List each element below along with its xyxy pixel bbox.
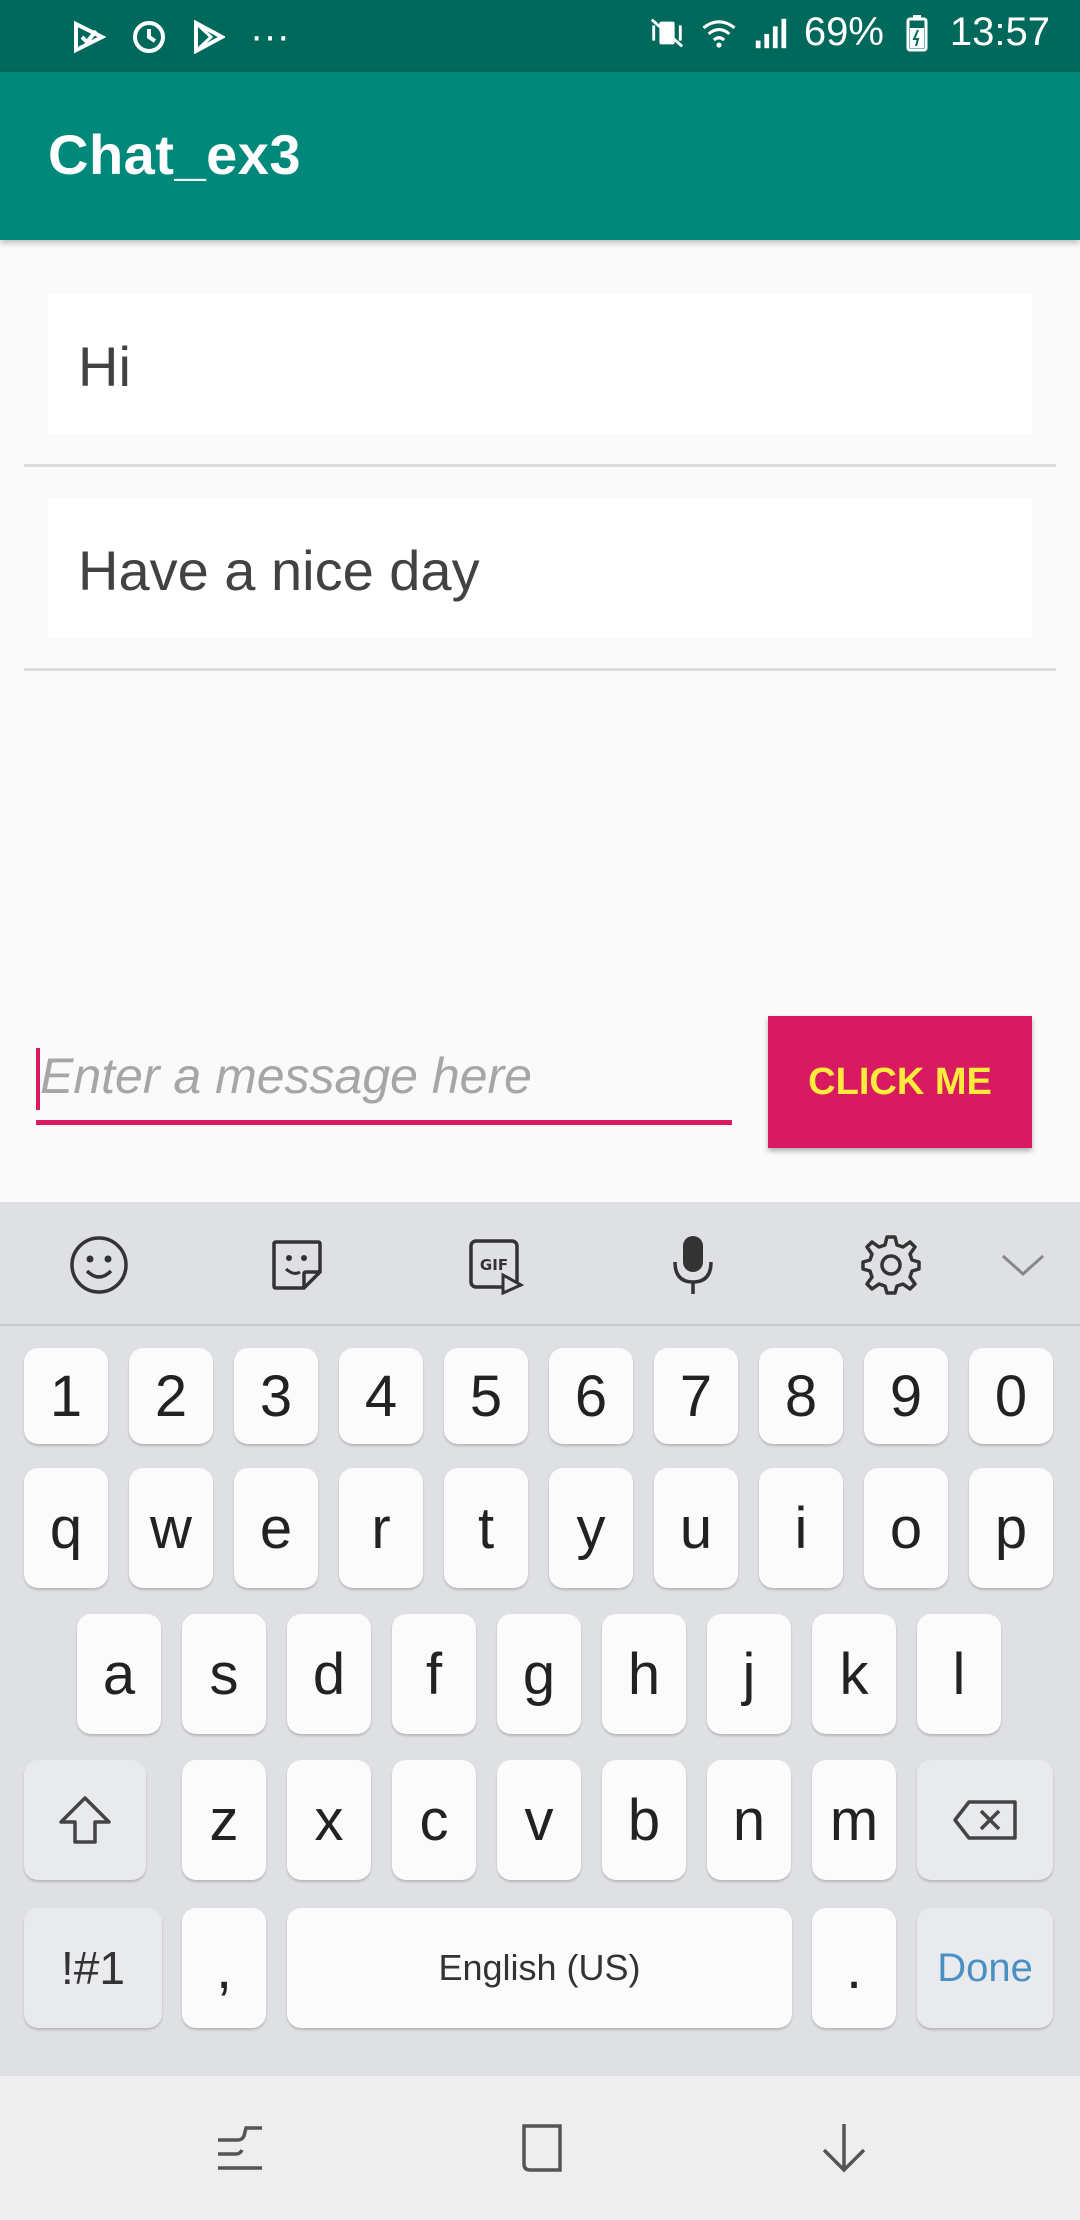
- svg-text:GIF: GIF: [480, 1256, 508, 1274]
- keyboard-toolbar: GIF: [0, 1202, 1080, 1326]
- back-arrow-icon[interactable]: [812, 2116, 876, 2180]
- key-c[interactable]: c: [392, 1760, 476, 1880]
- text-cursor: [36, 1048, 40, 1110]
- key-m[interactable]: m: [812, 1760, 896, 1880]
- more-notifications-indicator: ···: [250, 14, 290, 58]
- status-bar: ··· 69% 13:57: [0, 0, 1080, 72]
- backspace-key[interactable]: [917, 1760, 1053, 1880]
- message-divider: [24, 464, 1056, 467]
- key-6[interactable]: 6: [549, 1348, 633, 1444]
- message-input-container: [36, 1030, 732, 1126]
- key-0[interactable]: 0: [969, 1348, 1053, 1444]
- symbols-key[interactable]: !#1: [24, 1908, 162, 2028]
- key-n[interactable]: n: [707, 1760, 791, 1880]
- key-p[interactable]: p: [969, 1468, 1053, 1588]
- shift-arrow-icon: [59, 1796, 111, 1844]
- app-bar: Chat_ex3: [0, 72, 1080, 240]
- key-y[interactable]: y: [549, 1468, 633, 1588]
- status-left-icons: ···: [70, 14, 290, 59]
- click-me-button[interactable]: CLICK ME: [768, 1016, 1032, 1148]
- key-f[interactable]: f: [392, 1614, 476, 1734]
- message-divider: [24, 668, 1056, 671]
- notification-check-icon: [70, 18, 108, 56]
- soft-keyboard: GIF 1 2 3 4 5 6 7 8 9 0 q w e r t y u i …: [0, 1202, 1080, 2076]
- recent-apps-icon[interactable]: [208, 2116, 272, 2180]
- key-q[interactable]: q: [24, 1468, 108, 1588]
- key-e[interactable]: e: [234, 1468, 318, 1588]
- key-b[interactable]: b: [602, 1760, 686, 1880]
- home-icon[interactable]: [510, 2116, 574, 2180]
- wifi-icon: [700, 14, 738, 52]
- play-store-icon: [190, 18, 228, 56]
- key-4[interactable]: 4: [339, 1348, 423, 1444]
- backspace-icon: [953, 1800, 1017, 1840]
- key-8[interactable]: 8: [759, 1348, 843, 1444]
- key-a[interactable]: a: [77, 1614, 161, 1734]
- clock: 13:57: [949, 10, 1050, 54]
- key-z[interactable]: z: [182, 1760, 266, 1880]
- key-h[interactable]: h: [602, 1614, 686, 1734]
- key-j[interactable]: j: [707, 1614, 791, 1734]
- key-i[interactable]: i: [759, 1468, 843, 1588]
- key-g[interactable]: g: [497, 1614, 581, 1734]
- key-t[interactable]: t: [444, 1468, 528, 1588]
- key-w[interactable]: w: [129, 1468, 213, 1588]
- sticker-icon[interactable]: [264, 1232, 330, 1298]
- message-item[interactable]: Have a nice day: [48, 498, 1032, 638]
- key-s[interactable]: s: [182, 1614, 266, 1734]
- key-d[interactable]: d: [287, 1614, 371, 1734]
- message-item[interactable]: Hi: [48, 294, 1032, 434]
- key-2[interactable]: 2: [129, 1348, 213, 1444]
- app-title: Chat_ex3: [48, 123, 302, 186]
- comma-key[interactable]: ,: [182, 1908, 266, 2028]
- navigation-bar: [0, 2076, 1080, 2220]
- status-right-icons: 69% 13:57: [648, 10, 1050, 55]
- key-1[interactable]: 1: [24, 1348, 108, 1444]
- signal-icon: [752, 14, 790, 52]
- key-x[interactable]: x: [287, 1760, 371, 1880]
- key-l[interactable]: l: [917, 1614, 1001, 1734]
- settings-gear-icon[interactable]: [858, 1232, 924, 1298]
- key-k[interactable]: k: [812, 1614, 896, 1734]
- battery-charging-icon: [898, 14, 936, 52]
- period-key[interactable]: .: [812, 1908, 896, 2028]
- battery-percent: 69%: [803, 10, 884, 54]
- microphone-icon[interactable]: [660, 1232, 726, 1298]
- key-7[interactable]: 7: [654, 1348, 738, 1444]
- key-v[interactable]: v: [497, 1760, 581, 1880]
- key-9[interactable]: 9: [864, 1348, 948, 1444]
- message-input[interactable]: [36, 1030, 732, 1122]
- key-3[interactable]: 3: [234, 1348, 318, 1444]
- key-u[interactable]: u: [654, 1468, 738, 1588]
- sync-icon: [130, 18, 168, 56]
- vibrate-mute-icon: [648, 14, 686, 52]
- key-r[interactable]: r: [339, 1468, 423, 1588]
- key-o[interactable]: o: [864, 1468, 948, 1588]
- gif-icon[interactable]: GIF: [462, 1232, 528, 1298]
- space-key[interactable]: English (US): [287, 1908, 792, 2028]
- shift-key[interactable]: [24, 1760, 146, 1880]
- message-text: Have a nice day: [78, 539, 480, 602]
- input-underline: [36, 1120, 732, 1125]
- done-key[interactable]: Done: [917, 1908, 1053, 2028]
- message-text: Hi: [78, 335, 131, 398]
- key-5[interactable]: 5: [444, 1348, 528, 1444]
- emoji-icon[interactable]: [66, 1232, 132, 1298]
- collapse-keyboard-chevron-icon[interactable]: [990, 1232, 1056, 1298]
